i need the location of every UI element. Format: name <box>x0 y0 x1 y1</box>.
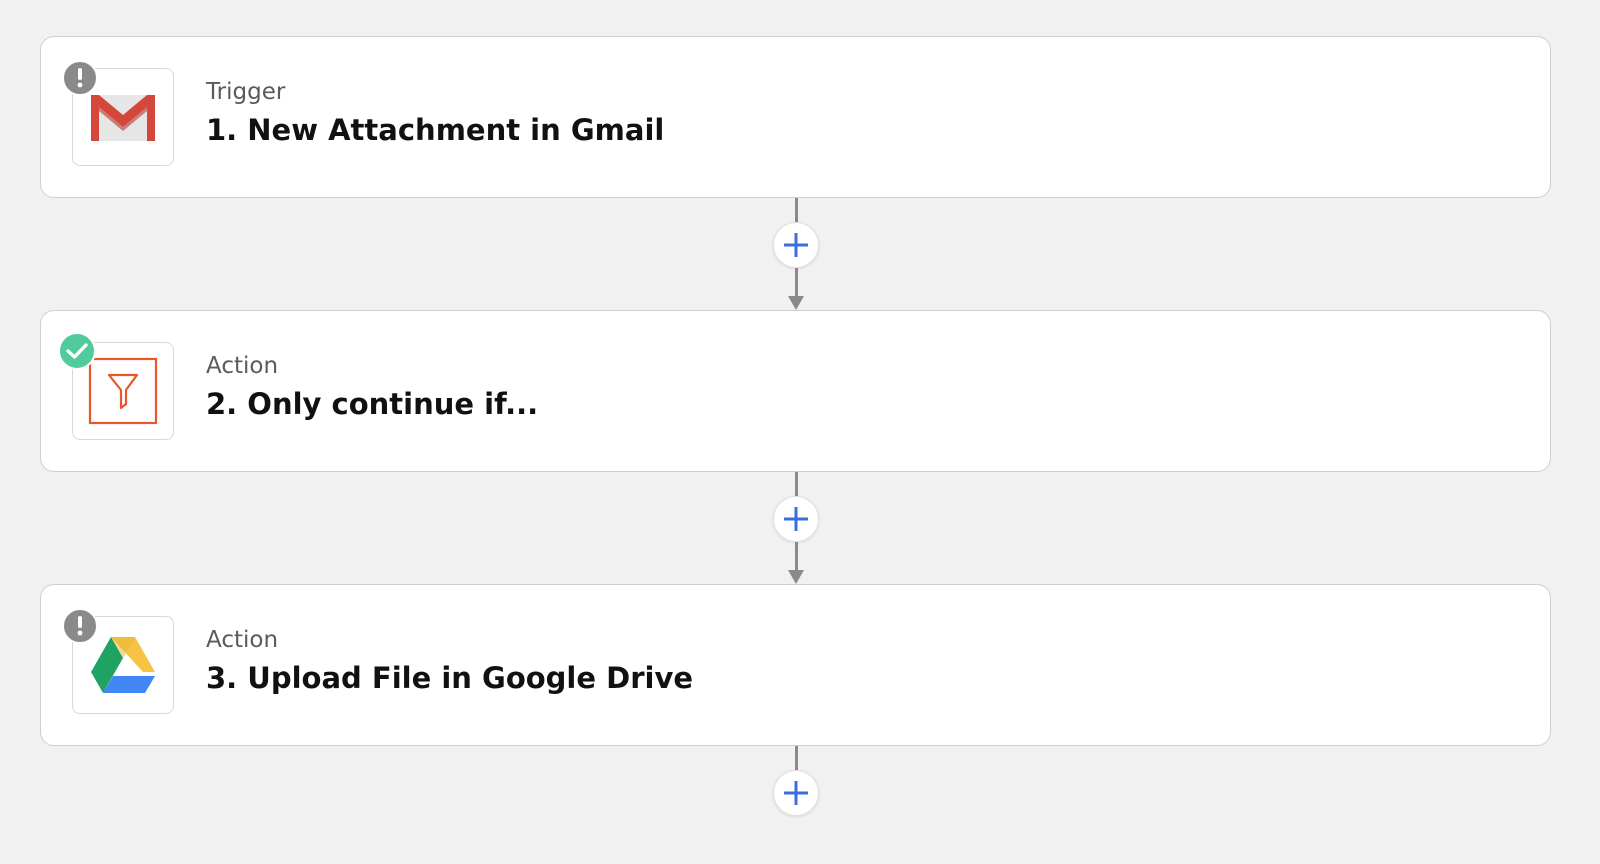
step-card-filter[interactable]: Action 2. Only continue if... <box>40 310 1551 472</box>
filter-icon <box>88 357 158 425</box>
step-type-label: Trigger <box>206 79 286 105</box>
connector-line <box>795 198 798 222</box>
gmail-icon <box>91 95 155 141</box>
step-card-google-drive[interactable]: Action 3. Upload File in Google Drive <box>40 584 1551 746</box>
connector-line <box>795 268 798 296</box>
check-status-icon <box>58 332 96 370</box>
arrow-down-icon <box>788 296 804 310</box>
step-title: 1. New Attachment in Gmail <box>206 113 665 147</box>
add-step-button[interactable] <box>773 770 819 816</box>
step-title: 3. Upload File in Google Drive <box>206 661 694 695</box>
step-type-label: Action <box>206 627 279 653</box>
arrow-down-icon <box>788 570 804 584</box>
add-step-button[interactable] <box>773 496 819 542</box>
step-card-trigger[interactable]: Trigger 1. New Attachment in Gmail <box>40 36 1551 198</box>
step-type-label: Action <box>206 353 279 379</box>
connector-line <box>795 472 798 496</box>
warning-status-icon <box>62 608 98 644</box>
plus-icon <box>784 233 808 257</box>
connector-line <box>795 542 798 570</box>
connector-line <box>795 746 798 770</box>
add-step-button[interactable] <box>773 222 819 268</box>
warning-status-icon <box>62 60 98 96</box>
plus-icon <box>784 507 808 531</box>
plus-icon <box>784 781 808 805</box>
google-drive-icon <box>91 637 155 693</box>
step-title: 2. Only continue if... <box>206 387 539 421</box>
